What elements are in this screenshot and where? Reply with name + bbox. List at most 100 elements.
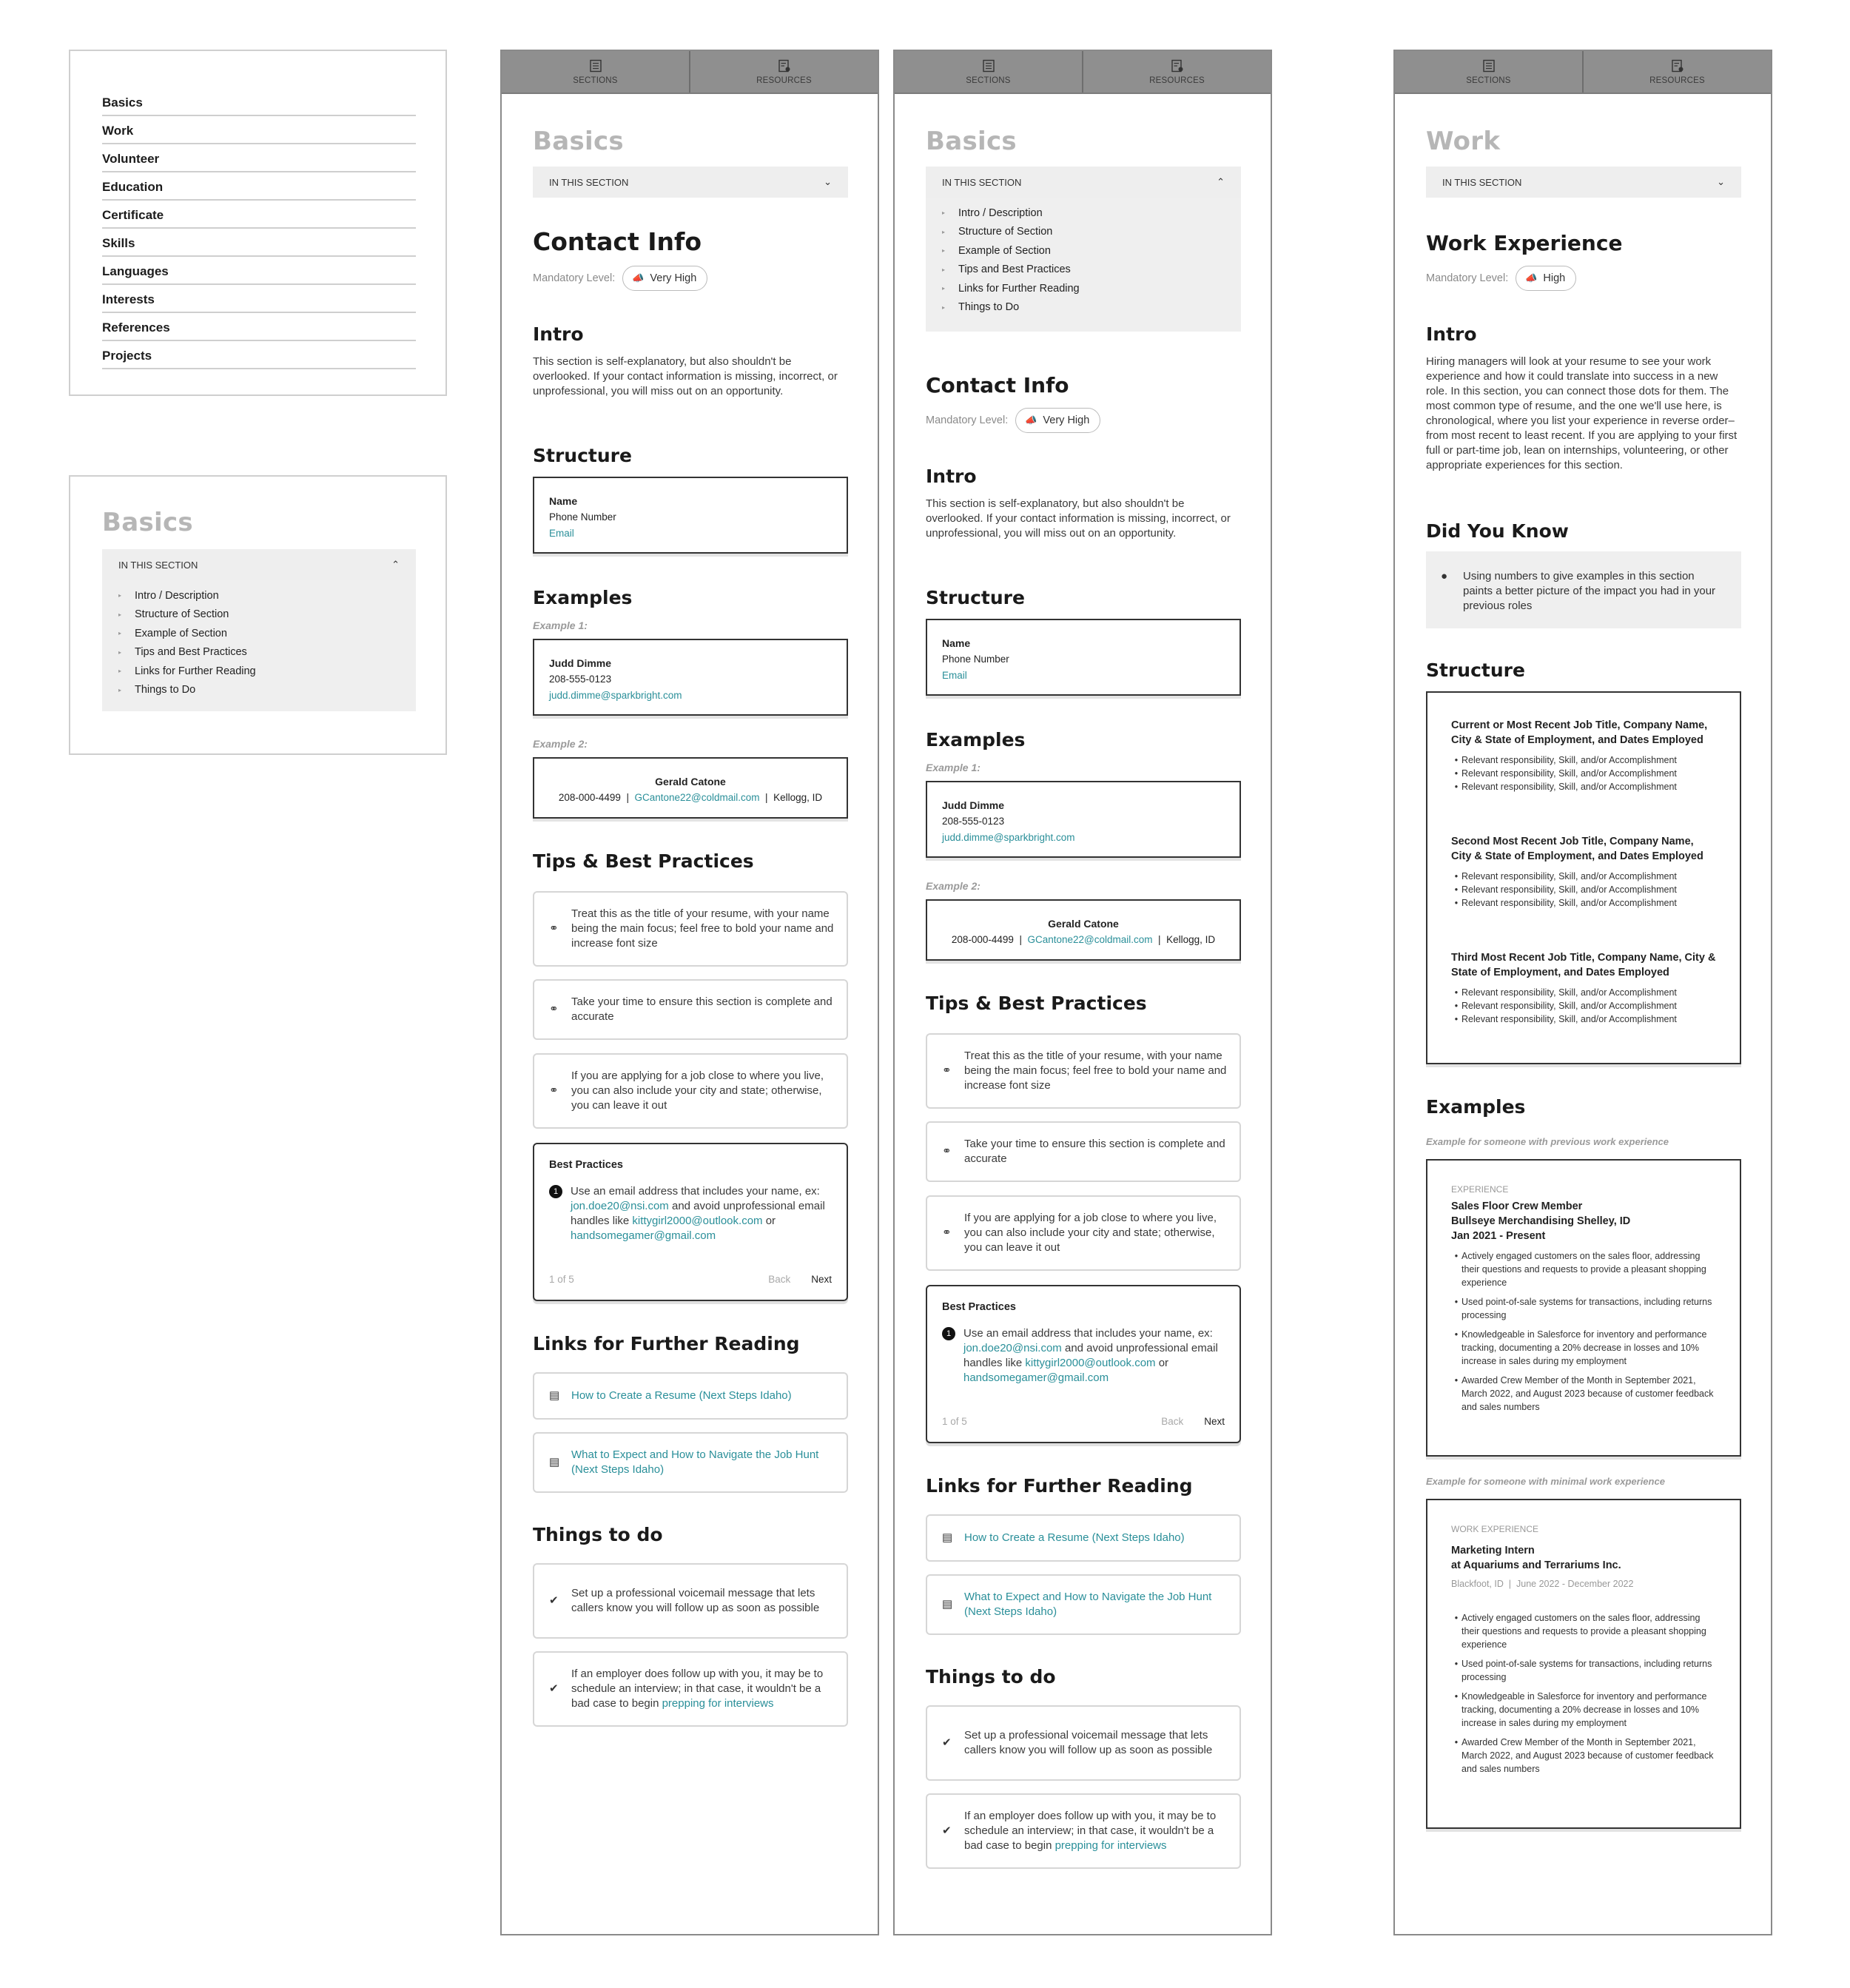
toc-list: ▸ Intro / Description ▸ Structure of Secti… — [102, 580, 416, 711]
lightbulb-icon: ● — [1441, 570, 1448, 582]
nav-item-certificate[interactable]: Certificate — [102, 201, 416, 229]
toc-item[interactable]: ▸ Links for Further Reading — [942, 279, 1225, 298]
in-this-section-toggle[interactable]: IN THIS SECTION ⌃ — [926, 167, 1241, 198]
example-label: Example for someone with previous work e… — [1426, 1136, 1669, 1147]
mandatory-level: Mandatory Level: 📣 Very High — [533, 266, 848, 291]
best-practices-card: Best Practices 1 Use an email address th… — [926, 1285, 1241, 1443]
section-title: Work — [1426, 127, 1501, 156]
document-gear-icon — [778, 59, 790, 72]
lightbulb-icon: ⚭ — [549, 922, 559, 935]
tab-sections[interactable]: SECTIONS — [895, 51, 1082, 93]
prep-interviews-link[interactable]: prepping for interviews — [1055, 1839, 1167, 1852]
link-text[interactable]: How to Create a Resume (Next Steps Idaho… — [964, 1531, 1185, 1545]
link-card[interactable]: ▤ How to Create a Resume (Next Steps Idah… — [533, 1372, 848, 1420]
todo-text: If an employer does follow up with you, … — [571, 1668, 824, 1710]
list-icon — [1482, 59, 1495, 72]
nav-item-basics[interactable]: Basics — [102, 88, 416, 116]
toc-item[interactable]: ▸ Intro / Description — [942, 204, 1225, 223]
back-button[interactable]: Back — [1161, 1416, 1183, 1427]
structure-email: Email — [942, 670, 967, 681]
in-this-section-dropdown: IN THIS SECTION ⌃ ▸ Intro / Description ▸… — [926, 167, 1241, 332]
tab-sections[interactable]: SECTIONS — [1395, 51, 1582, 93]
nav-item-interests[interactable]: Interests — [102, 285, 416, 313]
back-button[interactable]: Back — [768, 1274, 790, 1285]
tip-card: ⚭ If you are applying for a job close to … — [533, 1053, 848, 1129]
toc-item[interactable]: ▸ Intro / Description — [118, 586, 400, 605]
nav-item-volunteer[interactable]: Volunteer — [102, 144, 416, 172]
toc-item[interactable]: ▸ Links for Further Reading — [118, 662, 400, 681]
best-practices-title: Best Practices — [942, 1301, 1016, 1313]
section-nav-list: Basics Work Volunteer Education Certific… — [102, 88, 416, 369]
toc-item[interactable]: ▸ Structure of Section — [942, 223, 1225, 242]
example-city: Kellogg, ID — [773, 792, 823, 803]
tab-resources[interactable]: RESOURCES — [1082, 51, 1271, 93]
example-kicker: WORK EXPERIENCE — [1451, 1524, 1539, 1534]
tab-bar: SECTIONS RESOURCES — [895, 51, 1271, 94]
todo-card: ✔ Set up a professional voicemail message… — [533, 1563, 848, 1639]
mandatory-level: Mandatory Level: 📣 Very High — [926, 408, 1241, 433]
dyk-text: Using numbers to give examples in this s… — [1463, 570, 1716, 612]
tab-resources[interactable]: RESOURCES — [689, 51, 878, 93]
link-card[interactable]: ▤ How to Create a Resume (Next Steps Idah… — [926, 1514, 1241, 1562]
check-circle-icon: ✔ — [942, 1824, 952, 1837]
toc-item[interactable]: ▸ Example of Section — [118, 624, 400, 643]
in-this-section-toggle[interactable]: IN THIS SECTION ⌄ — [533, 167, 848, 198]
structure-email: Email — [549, 528, 574, 539]
toc-item[interactable]: ▸ Things to Do — [118, 681, 400, 700]
nav-item-references[interactable]: References — [102, 313, 416, 341]
example-box-2: WORK EXPERIENCE Marketing Intern at Aqua… — [1426, 1499, 1741, 1829]
page-title: Work Experience — [1426, 231, 1623, 255]
toc-item[interactable]: ▸ Structure of Section — [118, 605, 400, 625]
link-card[interactable]: ▤ What to Expect and How to Navigate the … — [926, 1574, 1241, 1635]
nav-item-skills[interactable]: Skills — [102, 229, 416, 257]
in-this-section-toggle[interactable]: IN THIS SECTION ⌄ — [1426, 167, 1741, 198]
toc-item[interactable]: ▸ Tips and Best Practices — [118, 643, 400, 662]
newspaper-icon: ▤ — [942, 1598, 953, 1611]
link-text[interactable]: What to Expect and How to Navigate the J… — [571, 1448, 836, 1477]
example-label: Example 1: — [926, 762, 980, 773]
tip-text: Treat this as the title of your resume, … — [964, 1050, 1227, 1092]
intro-heading: Intro — [533, 323, 584, 345]
nav-item-education[interactable]: Education — [102, 172, 416, 201]
intro-text: This section is self-explanatory, but al… — [926, 497, 1231, 540]
section-nav-card: Basics Work Volunteer Education Certific… — [69, 50, 447, 396]
in-this-section-toggle[interactable]: IN THIS SECTION ⌃ — [102, 549, 416, 580]
nav-item-languages[interactable]: Languages — [102, 257, 416, 285]
example-label: Example 2: — [533, 738, 588, 750]
toc-item[interactable]: ▸ Tips and Best Practices — [942, 261, 1225, 280]
tab-label: SECTIONS — [1466, 75, 1511, 85]
example-email: GCantone22@coldmail.com — [1027, 934, 1153, 945]
in-this-section-label: IN THIS SECTION — [118, 559, 198, 571]
mandatory-label: Mandatory Level: — [533, 272, 616, 284]
megaphone-icon: 📣 — [632, 272, 645, 283]
structure-box: Name Phone Number Email — [533, 477, 848, 554]
link-text[interactable]: What to Expect and How to Navigate the J… — [964, 1590, 1229, 1619]
newspaper-icon: ▤ — [549, 1389, 560, 1402]
todo-text: If an employer does follow up with you, … — [964, 1810, 1217, 1852]
tab-resources[interactable]: RESOURCES — [1582, 51, 1771, 93]
example-bullet: • Knowledgeable in Salesforce for invento… — [1454, 1329, 1707, 1366]
link-text[interactable]: How to Create a Resume (Next Steps Idaho… — [571, 1388, 792, 1403]
next-button[interactable]: Next — [811, 1274, 832, 1285]
next-button[interactable]: Next — [1204, 1416, 1225, 1427]
in-this-section-label: IN THIS SECTION — [549, 176, 629, 188]
structure-name: Name — [942, 637, 971, 649]
nav-item-work[interactable]: Work — [102, 116, 416, 144]
structure-job: Current or Most Recent Job Title, Compan… — [1451, 719, 1708, 792]
example-name: Gerald Catone — [1048, 918, 1119, 930]
example-job-title: Sales Floor Crew Member — [1451, 1200, 1583, 1212]
structure-name: Name — [549, 495, 578, 507]
link-card[interactable]: ▤ What to Expect and How to Navigate the … — [533, 1432, 848, 1493]
tip-text: Take your time to ensure this section is… — [964, 1138, 1225, 1165]
toc-item[interactable]: ▸ Example of Section — [942, 241, 1225, 261]
in-this-section-label: IN THIS SECTION — [1442, 176, 1522, 188]
structure-job: Third Most Recent Job Title, Company Nam… — [1451, 952, 1716, 1024]
best-practices-title: Best Practices — [549, 1159, 623, 1171]
tab-sections[interactable]: SECTIONS — [502, 51, 689, 93]
example-meta: Blackfoot, ID | June 2022 - December 202… — [1451, 1579, 1634, 1589]
nav-item-projects[interactable]: Projects — [102, 341, 416, 369]
tab-label: RESOURCES — [1649, 75, 1705, 85]
example-box-1: EXPERIENCE Sales Floor Crew Member Bulls… — [1426, 1159, 1741, 1457]
toc-item[interactable]: ▸ Things to Do — [942, 298, 1225, 318]
prep-interviews-link[interactable]: prepping for interviews — [662, 1697, 774, 1710]
